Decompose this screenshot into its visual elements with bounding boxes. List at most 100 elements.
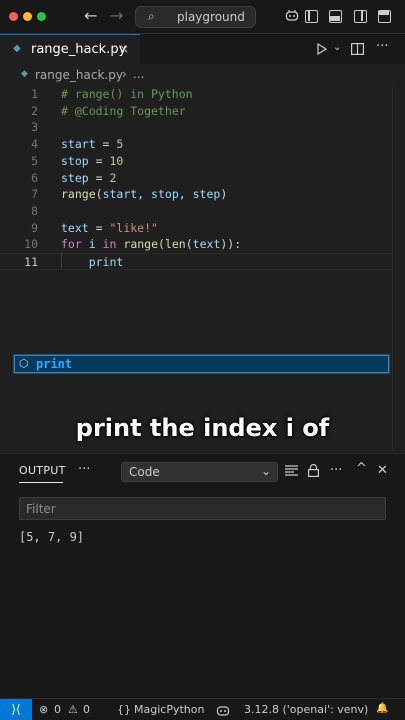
code-token: # range() in Python [61, 87, 193, 101]
code-token: print [88, 255, 124, 269]
code-content: for i in range(len(text)): [61, 236, 241, 253]
code-token: ) [220, 187, 228, 202]
close-window-button[interactable] [9, 12, 18, 21]
suggestion-widget: ⬡ print [13, 354, 390, 374]
python-interpreter[interactable]: 3.12.8 ('openai': venv) [244, 703, 368, 716]
line-number: 10 [24, 237, 38, 252]
code-content: print [61, 254, 124, 271]
title-bar: ← → ⌕ playground [0, 0, 405, 34]
suggestion-item[interactable]: ⬡ print [14, 355, 389, 373]
warnings-icon[interactable]: ⚠ [68, 703, 78, 716]
filter-box[interactable] [19, 497, 386, 520]
code-editor[interactable]: 1 # range() in Python 2 # @Coding Together 3… [0, 86, 405, 452]
code-token: = [95, 137, 117, 152]
output-channel-value: Code [129, 465, 160, 479]
code-line[interactable]: 5 stop = 10 [0, 153, 405, 170]
tab-output[interactable]: OUTPUT [19, 464, 66, 477]
indent-guide [61, 252, 62, 269]
bell-icon[interactable]: 🔔 [376, 703, 388, 714]
toggle-panel-icon[interactable] [329, 10, 342, 23]
active-tab-indicator [19, 482, 63, 483]
code-token: )): [220, 237, 242, 252]
code-line[interactable]: 1 # range() in Python [0, 86, 405, 103]
line-number: 7 [31, 187, 38, 202]
command-center-search[interactable]: ⌕ playground [135, 6, 256, 28]
output-channel-select[interactable]: Code ⌄ [121, 462, 278, 482]
code-token: 2 [109, 170, 117, 185]
code-token: = [88, 220, 110, 235]
editor-scrollbar[interactable] [392, 86, 405, 452]
errors-count[interactable]: 0 [54, 703, 61, 716]
copilot-icon[interactable] [285, 8, 299, 24]
code-token: ( [158, 237, 165, 252]
maximize-window-button[interactable] [37, 12, 46, 21]
code-token: 10 [109, 153, 124, 168]
code-line[interactable]: 6 step = 2 [0, 170, 405, 187]
code-token: text [61, 220, 89, 235]
code-token: = [88, 153, 110, 168]
code-line[interactable]: 10 for i in range(len(text)): [0, 236, 405, 253]
line-number: 11 [24, 255, 38, 269]
code-token: text [192, 237, 221, 252]
code-content: step = 2 [61, 170, 116, 187]
code-line[interactable]: 2 # @Coding Together [0, 103, 405, 120]
toggle-secondary-sidebar-icon[interactable] [354, 10, 367, 23]
line-number: 6 [31, 170, 38, 185]
braces-icon[interactable]: {} [117, 703, 131, 716]
code-token: in [102, 237, 117, 252]
python-file-icon: ◆ [21, 69, 28, 79]
code-content: text = "like!" [61, 220, 158, 237]
tab-range-hack[interactable]: ◆ range_hack.py × [0, 34, 140, 64]
more-actions-icon[interactable]: ··· [376, 39, 388, 54]
breadcrumb-separator: › [122, 67, 127, 81]
panel-overflow-icon[interactable]: ··· [330, 463, 342, 478]
code-token: start [102, 187, 138, 202]
code-token: ( [95, 187, 103, 202]
code-line[interactable]: 7 range(start, stop, step) [0, 186, 405, 203]
code-content: # range() in Python [61, 86, 193, 103]
cube-icon: ⬡ [19, 357, 29, 370]
toggle-sidebar-icon[interactable] [305, 10, 318, 23]
search-icon: ⌕ [148, 9, 155, 23]
run-icon[interactable] [316, 43, 328, 55]
code-line[interactable]: 9 text = "like!" [0, 220, 405, 237]
code-token: ( [185, 237, 193, 252]
language-mode[interactable]: MagicPython [134, 703, 204, 716]
forward-arrow-icon[interactable]: → [110, 6, 123, 25]
filter-input[interactable] [20, 498, 385, 519]
word-wrap-icon[interactable] [285, 465, 298, 476]
code-token: , [178, 187, 193, 202]
copilot-status-icon[interactable] [216, 704, 230, 716]
code-line[interactable]: 3 [0, 119, 405, 136]
panel-more-icon[interactable]: ··· [78, 462, 90, 477]
code-line[interactable]: 4 start = 5 [0, 136, 405, 153]
breadcrumb-file[interactable]: range_hack.py [35, 68, 123, 82]
line-number: 4 [31, 137, 38, 152]
errors-icon[interactable]: ⊗ [39, 703, 48, 716]
editor-tab-bar: ◆ range_hack.py × ⌄ ··· [0, 34, 405, 64]
code-content: start = 5 [61, 136, 123, 153]
line-number: 8 [31, 203, 38, 218]
warnings-count[interactable]: 0 [83, 703, 90, 716]
back-arrow-icon[interactable]: ← [84, 6, 97, 25]
code-token: stop [61, 153, 89, 168]
code-line[interactable]: 8 [0, 203, 405, 220]
run-chevron-down-icon[interactable]: ⌄ [333, 42, 341, 53]
code-token: = [88, 170, 110, 185]
code-token: start [61, 137, 96, 152]
remote-icon[interactable]: ⟩⟨ [0, 699, 32, 720]
breadcrumb-more[interactable]: ... [133, 67, 144, 81]
lock-icon[interactable] [308, 464, 319, 477]
split-editor-icon[interactable] [351, 43, 364, 55]
close-panel-icon[interactable]: ✕ [377, 463, 388, 478]
code-token: 5 [116, 137, 124, 152]
minimize-window-button[interactable] [23, 12, 32, 21]
customize-layout-icon[interactable] [378, 10, 391, 23]
suggestion-label: print [36, 357, 73, 371]
line-number: 1 [31, 87, 38, 101]
maximize-panel-icon[interactable]: ^ [356, 461, 367, 476]
close-tab-icon[interactable]: × [119, 42, 129, 56]
code-content: range(start, stop, step) [61, 186, 227, 203]
